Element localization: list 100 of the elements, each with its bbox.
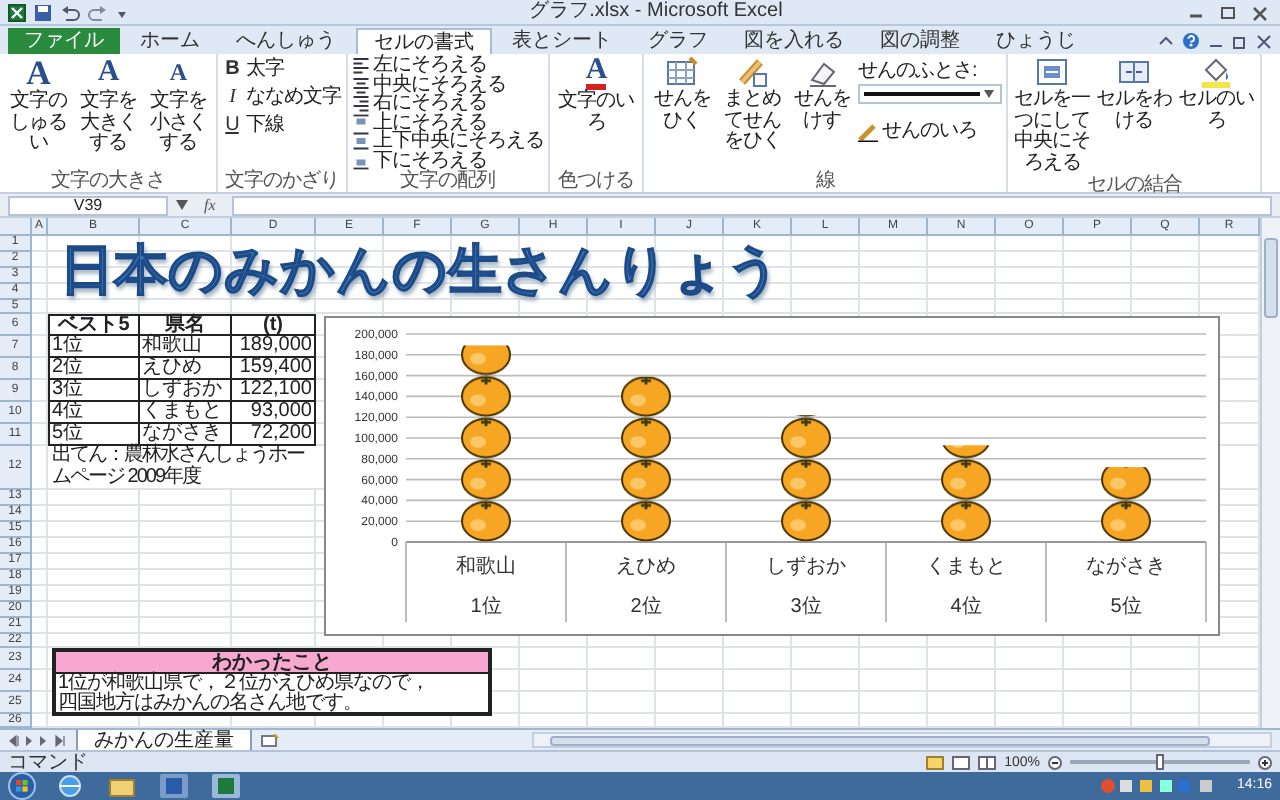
category-label: くまもと: [926, 556, 1006, 578]
rank-label: 5位: [1110, 596, 1142, 618]
ribbon-tab[interactable]: 図の調整: [864, 28, 976, 54]
rank-label: 2位: [630, 596, 662, 618]
table-cell: くまもと: [140, 402, 232, 424]
group-label: 文字の配列: [398, 170, 497, 192]
ribbon-button[interactable]: 中央にそろえる: [351, 75, 544, 94]
ribbon-button[interactable]: セルをわける: [1094, 56, 1174, 132]
ribbon-tab[interactable]: セルの書式: [356, 28, 492, 54]
scroll-thumb[interactable]: [1264, 238, 1278, 318]
bold-icon: B: [222, 60, 242, 80]
folder-icon[interactable]: [104, 774, 140, 798]
line-color-button[interactable]: せんのいろ: [858, 120, 1002, 144]
ribbon-button[interactable]: I ななめ文字: [222, 84, 341, 112]
formula-input[interactable]: [231, 195, 1272, 215]
page-break-icon[interactable]: [978, 755, 997, 769]
ribbon-button[interactable]: 右にそろえる: [351, 94, 544, 113]
line-width-dropdown[interactable]: [858, 84, 1002, 104]
ribbon-button[interactable]: セルを一つにして中央にそろえる: [1012, 56, 1092, 174]
rank-label: 3位: [790, 596, 822, 618]
table-cell: 122,100: [232, 380, 316, 402]
ribbon-button[interactable]: U 下線: [222, 112, 341, 140]
ribbon-button[interactable]: 下にそろえる: [351, 151, 544, 170]
start-orb-icon[interactable]: [8, 772, 36, 800]
category-label: 和歌山: [456, 556, 516, 578]
restore-icon[interactable]: [1232, 33, 1248, 49]
align-center-icon: [351, 75, 369, 94]
fruit-stack-bar: [940, 445, 992, 542]
collapse-ribbon-icon[interactable]: [1158, 33, 1174, 49]
close-icon[interactable]: [1256, 33, 1272, 49]
ribbon-button[interactable]: まとめてせんをひく: [718, 56, 786, 153]
underline-icon: U: [222, 116, 242, 136]
fruit-stack-bar: [780, 415, 832, 542]
zoom-slider-thumb[interactable]: [1156, 754, 1164, 770]
ribbon-button[interactable]: A 文字を大きくする: [74, 56, 142, 155]
sheet-title: 日本のみかんの生さんりょう: [60, 238, 782, 302]
ribbon-button[interactable]: セルのいろ: [1176, 56, 1256, 132]
sheet-tab[interactable]: みかんの生産量: [76, 729, 252, 751]
close-icon[interactable]: [1248, 3, 1272, 21]
undo-icon[interactable]: [60, 3, 80, 21]
spreadsheet-app-icon[interactable]: [208, 774, 244, 798]
ribbon-tab[interactable]: ひょうじ: [980, 28, 1092, 54]
save-icon[interactable]: [34, 3, 52, 21]
category-label: ながさき: [1086, 556, 1166, 578]
ribbon-button[interactable]: 上下中央にそろえる: [351, 132, 544, 151]
new-sheet-icon[interactable]: [260, 733, 280, 747]
table-cell: 93,000: [232, 402, 316, 424]
ribbon-button[interactable]: せんをけす: [788, 56, 856, 132]
rank-label: 1位: [470, 596, 502, 618]
ribbon-tab[interactable]: 表とシート: [496, 28, 628, 54]
name-box[interactable]: V39: [8, 195, 168, 215]
vertical-scrollbar[interactable]: [1260, 218, 1280, 728]
sheet-navigation-arrows-icon[interactable]: [8, 733, 68, 747]
scroll-thumb[interactable]: [550, 735, 1210, 745]
group-label: 文字のかざり: [222, 170, 341, 192]
ribbon-tab[interactable]: 図を入れる: [728, 28, 860, 54]
split-cells-icon: [1118, 56, 1150, 88]
ribbon-button[interactable]: 左にそろえる: [351, 56, 544, 75]
table-cell: 189,000: [232, 336, 316, 358]
group-label: 色つける: [556, 170, 636, 192]
ribbon-tab[interactable]: グラフ: [632, 28, 724, 54]
ribbon-button[interactable]: せんをひく: [648, 56, 716, 132]
findings-heading: わかったこと: [56, 652, 488, 674]
thick-line-icon: [864, 90, 980, 98]
line-width-label: せんのふとさ:: [858, 60, 979, 84]
ribbon-button[interactable]: A 文字のしゅるい: [4, 56, 72, 155]
fruit-stack-bar: [1100, 467, 1152, 542]
table-header: ベスト5: [48, 314, 140, 336]
help-icon[interactable]: [1182, 32, 1200, 50]
maximize-icon[interactable]: [1216, 3, 1240, 21]
group-label: 線: [813, 170, 837, 192]
ribbon-button[interactable]: 上にそろえる: [351, 113, 544, 132]
category-label: えひめ: [616, 556, 676, 578]
ribbon-button[interactable]: A 文字を小さくする: [144, 56, 212, 155]
ribbon-tab[interactable]: ファイル: [8, 28, 120, 54]
table-cell: 72,200: [232, 424, 316, 446]
italic-icon: I: [222, 88, 242, 108]
function-button[interactable]: fx: [196, 195, 224, 215]
table-cell: 159,400: [232, 358, 316, 380]
normal-view-icon[interactable]: [926, 755, 945, 769]
letter-a-icon: A: [169, 56, 187, 90]
ribbon-tab[interactable]: へんしゅう: [220, 28, 352, 54]
ribbon-button[interactable]: A 文字のいろ: [554, 56, 638, 134]
align-right-icon: [351, 94, 369, 113]
zoom-out-icon[interactable]: [1048, 755, 1062, 769]
pencil-icon: [858, 122, 878, 142]
category-label: しずおか: [766, 556, 846, 578]
ribbon-button[interactable]: B 太字: [222, 56, 341, 84]
window-title: グラフ.xlsx - Microsoft Excel: [527, 0, 785, 24]
letter-a-icon: A: [26, 56, 50, 90]
findings-text: 四国地方はみかんの名さん地です。: [56, 694, 362, 714]
redo-icon[interactable]: [88, 3, 108, 21]
spreadsheet-app-icon: [8, 3, 26, 21]
ribbon-tab[interactable]: ホーム: [124, 28, 216, 54]
zoom-in-icon[interactable]: [1258, 755, 1272, 769]
horizontal-scrollbar[interactable]: [532, 732, 1272, 748]
dropdown-caret-icon: [984, 90, 994, 98]
dropdown-caret-icon[interactable]: [176, 200, 188, 210]
page-layout-icon[interactable]: [952, 755, 971, 769]
letter-a-icon: A: [97, 56, 119, 90]
